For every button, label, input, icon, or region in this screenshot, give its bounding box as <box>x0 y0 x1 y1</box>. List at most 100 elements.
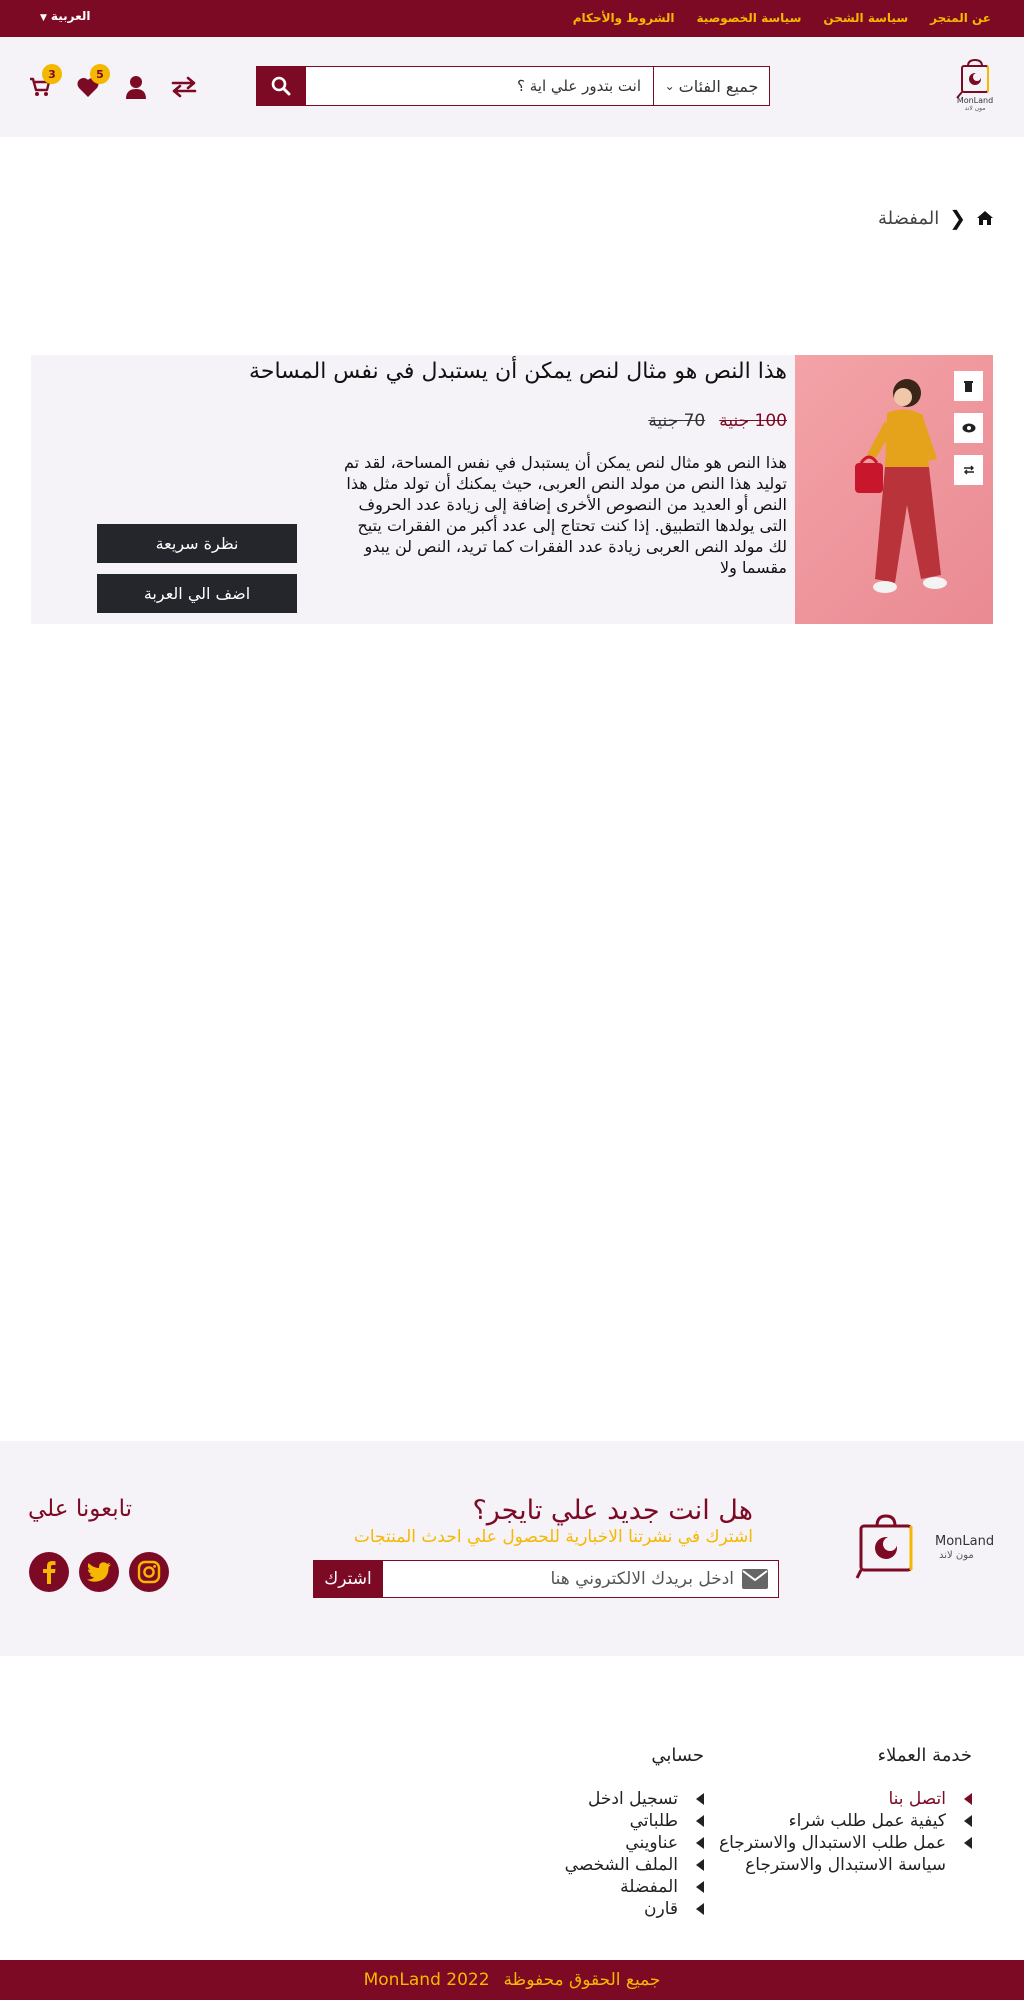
logo[interactable]: MonLand مون لاند <box>952 58 998 114</box>
cart-button[interactable]: 3 <box>26 64 62 100</box>
newsletter-section: MonLand مون لاند هل انت جديد علي تايجر؟ … <box>0 1441 1024 1656</box>
top-link-shipping[interactable]: سياسة الشحن <box>823 11 908 25</box>
customer-service-column: خدمة العملاء اتصل بنا كيفية عمل طلب شراء… <box>672 1745 972 1876</box>
remove-button[interactable] <box>954 371 983 401</box>
product-actions <box>954 371 983 485</box>
triangle-left-icon <box>696 1881 704 1893</box>
triangle-left-icon <box>696 1903 704 1915</box>
footer-link-label: المفضلة <box>620 1877 678 1897</box>
footer-link-label: عمل طلب الاستبدال والاسترجاع <box>718 1833 946 1853</box>
top-link-about[interactable]: عن المتجر <box>930 11 991 25</box>
search-input[interactable]: انت بتدور علي اية ؟ <box>306 67 653 105</box>
compare-button[interactable] <box>170 74 198 100</box>
compare-icon-button[interactable] <box>954 455 983 485</box>
copyright-brand: MonLand 2022 <box>363 1970 490 1990</box>
footer-link-label: اتصل بنا <box>888 1789 946 1809</box>
footer-link-login[interactable]: تسجيل ادخل <box>504 1788 704 1810</box>
breadcrumb-current: المفضلة <box>878 207 940 229</box>
add-to-cart-button[interactable]: اضف الي العربة <box>97 574 297 613</box>
category-select[interactable]: جميع الفئات ⌄ <box>653 67 769 105</box>
price-current: 100 جنية <box>719 411 787 431</box>
compare-icon <box>171 76 197 98</box>
footer-link-compare[interactable]: قارن <box>504 1898 704 1920</box>
chevron-down-icon: ⌄ <box>664 79 675 93</box>
footer-logo-text-ar: مون لاند <box>939 1550 974 1561</box>
quick-view-icon-button[interactable] <box>954 413 983 443</box>
caret-down-icon: ▼ <box>40 13 47 23</box>
top-link-terms[interactable]: الشروط والأحكام <box>573 11 675 25</box>
wishlist-count-badge: 5 <box>90 64 110 84</box>
top-bar: عن المتجر سياسة الشحن سياسة الخصوصية الش… <box>0 0 1024 37</box>
footer-link-orders[interactable]: طلباتي <box>504 1810 704 1832</box>
triangle-left-icon <box>964 1837 972 1849</box>
triangle-left-icon <box>964 1815 972 1827</box>
product-description: هذا النص هو مثال لنص يمكن أن يستبدل في ن… <box>343 453 787 577</box>
triangle-left-icon <box>964 1793 972 1805</box>
user-icon <box>126 76 146 99</box>
footer-link-profile[interactable]: الملف الشخصي <box>504 1854 704 1876</box>
social-links <box>29 1552 169 1592</box>
price-old: 70 جنية <box>648 411 706 431</box>
account-column: حسابي تسجيل ادخل طلباتي عناويني الملف ال… <box>504 1745 704 1920</box>
facebook-icon <box>43 1561 56 1584</box>
triangle-left-icon <box>696 1793 704 1805</box>
account-button[interactable] <box>122 74 150 100</box>
wishlist-product-card: هذا النص هو مثال لنص يمكن أن يستبدل في ن… <box>31 355 993 624</box>
triangle-left-icon <box>696 1815 704 1827</box>
footer-link-addresses[interactable]: عناويني <box>504 1832 704 1854</box>
wishlist-button[interactable]: 5 <box>74 64 110 100</box>
email-field[interactable]: ادخل بريدك الالكتروني هنا <box>382 1561 778 1597</box>
footer-link-wishlist[interactable]: المفضلة <box>504 1876 704 1898</box>
product-title[interactable]: هذا النص هو مثال لنص يمكن أن يستبدل في ن… <box>249 359 787 384</box>
email-placeholder: ادخل بريدك الالكتروني هنا <box>550 1569 734 1589</box>
footer-link-label: تسجيل ادخل <box>588 1789 678 1809</box>
header: MonLand مون لاند جميع الفئات ⌄ انت بتدور… <box>0 37 1024 137</box>
home-icon[interactable] <box>976 210 994 226</box>
newsletter-subtitle: اشترك في نشرتنا الاخبارية للحصول علي احد… <box>353 1527 753 1547</box>
footer-link-label: سياسة الاستبدال والاسترجاع <box>745 1855 946 1875</box>
product-prices: 100 جنية 70 جنية <box>648 411 787 431</box>
twitter-link[interactable] <box>79 1552 119 1592</box>
facebook-link[interactable] <box>29 1552 69 1592</box>
footer-link-label: عناويني <box>625 1833 678 1853</box>
search-icon <box>271 76 291 96</box>
copyright-bar: جميع الحقوق محفوظة MonLand 2022 <box>0 1960 1024 2000</box>
footer-link-return-policy[interactable]: سياسة الاستبدال والاسترجاع <box>672 1854 972 1876</box>
quick-view-button[interactable]: نظرة سريعة <box>97 524 297 563</box>
trash-icon <box>964 381 973 392</box>
follow-us-title: تابعونا علي <box>28 1496 133 1522</box>
exchange-icon <box>963 465 974 475</box>
category-label: جميع الفئات <box>678 76 759 96</box>
footer-link-contact[interactable]: اتصل بنا <box>672 1788 972 1810</box>
footer-link-return-request[interactable]: عمل طلب الاستبدال والاسترجاع <box>672 1832 972 1854</box>
logo-text: MonLand <box>956 96 994 105</box>
footer-link-label: كيفية عمل طلب شراء <box>788 1811 946 1831</box>
twitter-icon <box>87 1562 111 1582</box>
footer-link-label: قارن <box>644 1899 678 1919</box>
top-link-privacy[interactable]: سياسة الخصوصية <box>697 11 802 25</box>
cart-count-badge: 3 <box>42 64 62 84</box>
envelope-icon <box>742 1569 768 1589</box>
subscribe-button[interactable]: اشترك <box>313 1560 383 1598</box>
account-list: تسجيل ادخل طلباتي عناويني الملف الشخصي ا… <box>504 1788 704 1920</box>
product-image[interactable] <box>795 355 993 624</box>
chevron-left-icon: ❮ <box>949 206 966 230</box>
logo-bag-icon <box>855 1514 913 1579</box>
logo-text-ar: مون لاند <box>964 105 986 112</box>
eye-icon <box>962 423 975 433</box>
search-button[interactable] <box>256 66 306 106</box>
top-links: عن المتجر سياسة الشحن سياسة الخصوصية الش… <box>573 11 991 25</box>
customer-service-title: خدمة العملاء <box>877 1745 972 1766</box>
customer-service-list: اتصل بنا كيفية عمل طلب شراء عمل طلب الاس… <box>672 1788 972 1876</box>
footer-logo[interactable]: MonLand مون لاند <box>855 1514 995 1586</box>
instagram-link[interactable] <box>129 1552 169 1592</box>
footer-logo-text: MonLand <box>935 1534 995 1549</box>
newsletter-form: ادخل بريدك الالكتروني هنا اشترك <box>313 1560 779 1598</box>
search-bar: جميع الفئات ⌄ انت بتدور علي اية ؟ <box>256 66 770 106</box>
footer-link-how-to-order[interactable]: كيفية عمل طلب شراء <box>672 1810 972 1832</box>
language-selector[interactable]: العربية▼ <box>40 9 90 23</box>
language-label: العربية <box>50 9 91 23</box>
account-title: حسابي <box>651 1745 704 1766</box>
footer-link-label: الملف الشخصي <box>564 1855 678 1875</box>
instagram-icon <box>137 1560 161 1584</box>
